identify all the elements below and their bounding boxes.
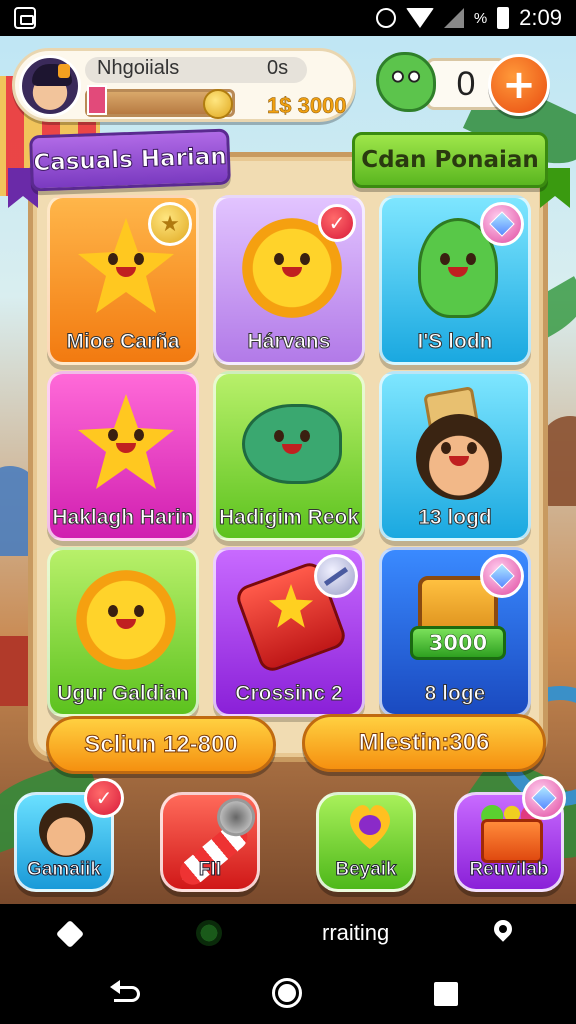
- fish-star-character-icon: [76, 570, 176, 670]
- tile-label: Crossinc 2: [235, 682, 343, 706]
- coin-badge-icon: ★: [148, 202, 192, 246]
- diamond-icon[interactable]: [55, 919, 85, 949]
- alarm-icon: [375, 8, 396, 28]
- session-button[interactable]: Scliun 12-800: [46, 716, 276, 774]
- check-badge-icon: ✓: [84, 778, 124, 818]
- player-profile-panel[interactable]: Nhgoiials 0s 1$ 3000: [12, 48, 356, 122]
- daily-casual-tab[interactable]: Casuals Harian: [29, 128, 231, 192]
- gem-badge-icon: [480, 202, 524, 246]
- tile-label: Ugur Galdian: [57, 682, 190, 706]
- challenge-tab[interactable]: Cdan Ponaian: [352, 132, 548, 188]
- recent-apps-icon[interactable]: [434, 982, 458, 1006]
- tile-label: 13 logd: [418, 506, 493, 530]
- kid-character-icon: [416, 414, 502, 500]
- notification-icon: [14, 7, 36, 29]
- battery-icon: [497, 7, 510, 29]
- tile-label: Hadigim Reok: [218, 506, 360, 530]
- dock-label: Gamaiik: [27, 859, 102, 881]
- check-badge-icon: ✓: [318, 204, 356, 242]
- game-tile[interactable]: I'S lodn: [379, 195, 531, 365]
- gem-badge-icon: [480, 554, 524, 598]
- coin-balance: 1$ 3000: [267, 93, 347, 119]
- tile-label: Hárvans: [247, 330, 331, 354]
- tile-label: 8 loge: [424, 682, 486, 706]
- tile-label: Haklagh Harin: [52, 506, 194, 530]
- game-tile[interactable]: Hadigim Reok: [213, 371, 365, 541]
- battery-percent: %: [473, 9, 488, 27]
- wifi-icon: [405, 8, 434, 28]
- camera-dot-icon: [196, 920, 222, 946]
- dino-mascot-icon: [376, 52, 436, 112]
- add-currency-button[interactable]: +: [488, 54, 550, 116]
- prize-value: 3000: [410, 626, 506, 660]
- gift-box-icon: [481, 819, 543, 863]
- game-tile[interactable]: Haklagh Harin: [47, 371, 199, 541]
- game-tile[interactable]: Ugur Galdian: [47, 547, 199, 717]
- status-icons: % 2:09: [375, 5, 562, 31]
- back-arrow-icon[interactable]: [110, 980, 120, 994]
- game-tile[interactable]: Crossinc 2: [213, 547, 365, 717]
- location-pin-icon[interactable]: [490, 916, 516, 942]
- bottom-toolbar: rraiting: [0, 904, 576, 962]
- game-board: ★ Mioe Carña ✓ Hárvans I'S lodn Haklagh …: [28, 152, 548, 762]
- home-icon[interactable]: [272, 978, 302, 1008]
- game-screen: Nhgoiials 0s 1$ 3000 0 + ★ Mioe Carña ✓ …: [0, 36, 576, 904]
- game-tile[interactable]: ★ Mioe Carña: [47, 195, 199, 365]
- toolbar-text: rraiting: [322, 920, 390, 945]
- game-tile[interactable]: ✓ Hárvans: [213, 195, 365, 365]
- mission-button[interactable]: Mlestin:306: [302, 714, 546, 772]
- player-level: 0s: [267, 57, 289, 79]
- no-entry-badge-icon: [314, 554, 358, 598]
- coin-icon: [203, 89, 233, 119]
- dock-label: Reuvilab: [469, 859, 549, 881]
- heart-inner-icon: [359, 815, 381, 835]
- player-name: Nhgoiials: [97, 57, 180, 79]
- dock-label: Beyaik: [335, 859, 397, 881]
- kid-avatar-icon: [39, 803, 93, 857]
- game-tile[interactable]: 13 logd: [379, 371, 531, 541]
- gem-badge-icon: [522, 776, 566, 820]
- clock: 2:09: [519, 5, 562, 30]
- signal-icon: [443, 8, 464, 28]
- navigation-bar: [0, 962, 576, 1024]
- dock-label: FII: [198, 859, 222, 881]
- flag-icon: [87, 85, 107, 115]
- status-bar: % 2:09: [0, 0, 576, 36]
- tile-label: I'S lodn: [417, 330, 493, 354]
- game-tile[interactable]: 3000 8 loge: [379, 547, 531, 717]
- tile-label: Mioe Carña: [66, 330, 180, 354]
- currency-panel: 0 +: [376, 52, 552, 118]
- player-avatar[interactable]: [19, 55, 81, 117]
- star-character-icon: [78, 394, 174, 489]
- dock-button-fill[interactable]: FII: [160, 790, 263, 892]
- fish-character-icon: [242, 404, 342, 484]
- dock-button-favorite[interactable]: Beyaik: [316, 792, 416, 892]
